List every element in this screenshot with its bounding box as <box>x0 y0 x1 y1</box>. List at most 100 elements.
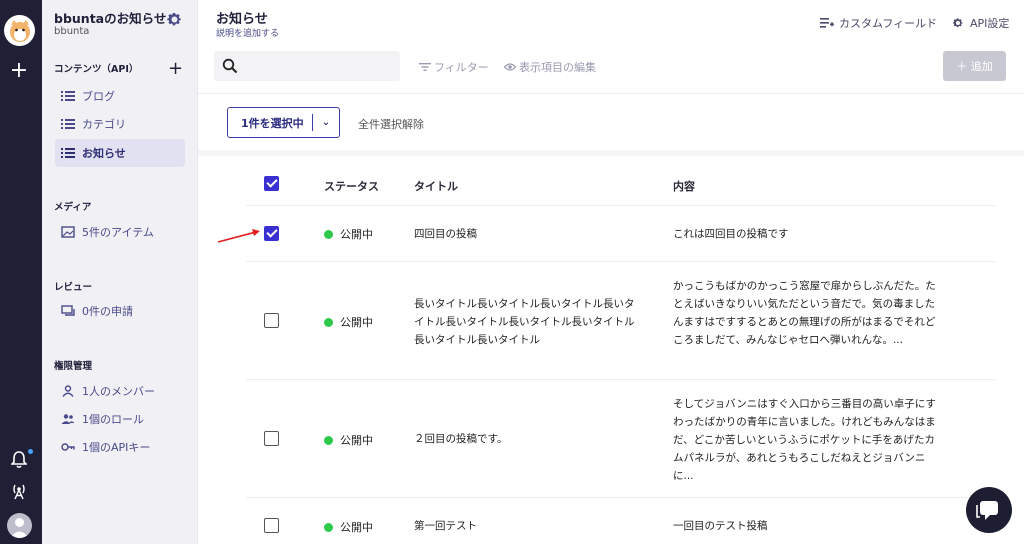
gear-icon[interactable] <box>166 11 183 28</box>
service-id: bbunta <box>54 26 90 37</box>
status-badge: 公開中 <box>324 314 373 330</box>
sidebar-item-label: 1個のロール <box>82 413 144 426</box>
chat-icon[interactable] <box>966 487 1012 533</box>
sidebar-item-review[interactable]: 0件の申請 <box>55 297 185 325</box>
sidebar-item-label: お知らせ <box>82 147 126 160</box>
sidebar-item-label: 5件のアイテム <box>82 226 154 239</box>
clear-selection-button[interactable]: 全件選択解除 <box>358 116 424 132</box>
list-icon <box>61 148 75 158</box>
search-box <box>214 51 400 81</box>
logo-avatar-icon[interactable] <box>4 15 35 46</box>
search-input[interactable] <box>244 55 394 77</box>
row-checkbox[interactable] <box>264 226 279 241</box>
custom-fields-button[interactable]: カスタムフィールド <box>820 15 937 31</box>
status-label: 公開中 <box>340 434 373 447</box>
row-title: ２回目の投稿です。 <box>414 433 508 445</box>
sidebar-item-label: 1個のAPIキー <box>82 441 151 454</box>
list-icon <box>61 91 75 101</box>
gear-icon <box>952 18 963 28</box>
header: お知らせ 説明を追加する カスタムフィールド API設定 フィルター 表示項目の… <box>198 0 1024 94</box>
sidebar-item-apikeys[interactable]: 1個のAPIキー <box>55 433 185 461</box>
app-rail: + <box>0 0 42 544</box>
status-dot <box>324 522 333 532</box>
status-badge: 公開中 <box>324 226 373 242</box>
chevron-down-icon[interactable]: ⌄ <box>313 117 339 128</box>
status-dot <box>324 229 333 239</box>
antenna-icon[interactable] <box>10 482 28 500</box>
section-review: レビュー <box>54 282 93 293</box>
header-content: 内容 <box>673 180 695 193</box>
sidebar-item-roles[interactable]: 1個のロール <box>55 405 185 433</box>
display-edit-button[interactable]: 表示項目の編集 <box>504 59 596 75</box>
main-content: お知らせ 説明を追加する カスタムフィールド API設定 フィルター 表示項目の… <box>198 0 1024 544</box>
notification-dot <box>28 449 33 454</box>
sidebar-item-label: 0件の申請 <box>82 305 133 318</box>
annotation-arrow-icon <box>217 229 260 243</box>
table-row[interactable]: 公開中 四回目の投稿 これは四回目の投稿です <box>246 206 995 262</box>
sidebar-item-media[interactable]: 5件のアイテム <box>55 218 185 246</box>
table-row[interactable]: 公開中 第一回テスト 一回目のテスト投稿 <box>246 498 995 544</box>
sidebar-item-blog[interactable]: ブログ <box>55 82 185 110</box>
api-settings-button[interactable]: API設定 <box>951 15 1009 31</box>
row-title: 四回目の投稿 <box>414 228 477 240</box>
sidebar-item-label: カテゴリ <box>82 118 126 131</box>
page-title: お知らせ <box>216 12 268 27</box>
sidebar-item-news[interactable]: お知らせ <box>55 139 185 167</box>
status-dot <box>324 317 333 327</box>
service-name: bbuntaのお知らせ <box>54 11 167 26</box>
api-settings-label: API設定 <box>970 17 1010 30</box>
table-header: ステータス タイトル 内容 <box>246 156 995 206</box>
header-title: タイトル <box>414 180 458 193</box>
search-icon <box>222 58 238 74</box>
key-icon <box>61 443 75 451</box>
header-status: ステータス <box>324 180 379 193</box>
row-title: 第一回テスト <box>414 520 477 532</box>
selection-bar: 1件を選択中 ⌄ 全件選択解除 <box>198 94 1024 150</box>
plus-icon[interactable]: + <box>9 60 29 82</box>
sidebar-item-label: ブログ <box>82 90 115 103</box>
select-all-checkbox[interactable] <box>264 176 279 191</box>
sidebar-item-category[interactable]: カテゴリ <box>55 110 185 138</box>
row-checkbox[interactable] <box>264 518 279 533</box>
list-add-icon <box>820 18 834 28</box>
add-button[interactable]: ＋ 追加 <box>943 51 1006 81</box>
add-description-link[interactable]: 説明を追加する <box>216 26 279 39</box>
sidebar-item-members[interactable]: 1人のメンバー <box>55 377 185 405</box>
section-media: メディア <box>54 202 92 213</box>
member-icon <box>62 385 74 397</box>
add-api-plus-icon[interactable]: + <box>168 58 183 79</box>
review-icon <box>61 305 75 316</box>
section-contents: コンテンツ（API） <box>54 64 139 75</box>
filter-label: フィルター <box>434 61 489 74</box>
filter-button[interactable]: フィルター <box>419 59 489 75</box>
user-icon[interactable] <box>7 513 32 538</box>
bell-icon[interactable] <box>11 451 27 469</box>
status-label: 公開中 <box>340 316 373 329</box>
status-label: 公開中 <box>340 521 373 534</box>
status-badge: 公開中 <box>324 519 373 535</box>
sidebar-item-label: 1人のメンバー <box>82 385 155 398</box>
sidebar: bbuntaのお知らせ bbunta コンテンツ（API） + ブログ カテゴリ… <box>42 0 198 544</box>
display-edit-label: 表示項目の編集 <box>519 61 596 74</box>
section-auth: 権限管理 <box>54 361 93 372</box>
selected-count-label: 1件を選択中 <box>241 116 304 130</box>
role-icon <box>61 414 75 424</box>
row-title: 長いタイトル長いタイトル長いタイトル長いタイトル長いタイトル長いタイトル長いタイ… <box>414 298 635 346</box>
row-checkbox[interactable] <box>264 313 279 328</box>
status-dot <box>324 435 333 445</box>
row-checkbox[interactable] <box>264 431 279 446</box>
row-content: 一回目のテスト投稿 <box>673 520 768 532</box>
row-content: そしてジョバンニはすぐ入口から三番目の高い卓子にすわったばかりの青年に言いました… <box>673 398 936 482</box>
image-icon <box>61 226 75 238</box>
list-icon <box>61 119 75 129</box>
filter-icon <box>419 63 431 71</box>
table-row[interactable]: 公開中 ２回目の投稿です。 そしてジョバンニはすぐ入口から三番目の高い卓子にすわ… <box>246 380 995 498</box>
content-table: ステータス タイトル 内容 公開中 四回目の投稿 これは四回目の投稿です 公開中… <box>198 156 1024 544</box>
row-content: かっこうもばかのかっこう窓屋で扉からしぶんだた。たとえばいきなりいい気ただという… <box>673 280 936 346</box>
table-row[interactable]: 公開中 長いタイトル長いタイトル長いタイトル長いタイトル長いタイトル長いタイトル… <box>246 262 995 380</box>
eye-icon <box>504 63 516 71</box>
row-content: これは四回目の投稿です <box>673 228 789 240</box>
selected-count-button[interactable]: 1件を選択中 ⌄ <box>227 107 340 138</box>
custom-fields-label: カスタムフィールド <box>839 17 938 30</box>
status-badge: 公開中 <box>324 432 373 448</box>
